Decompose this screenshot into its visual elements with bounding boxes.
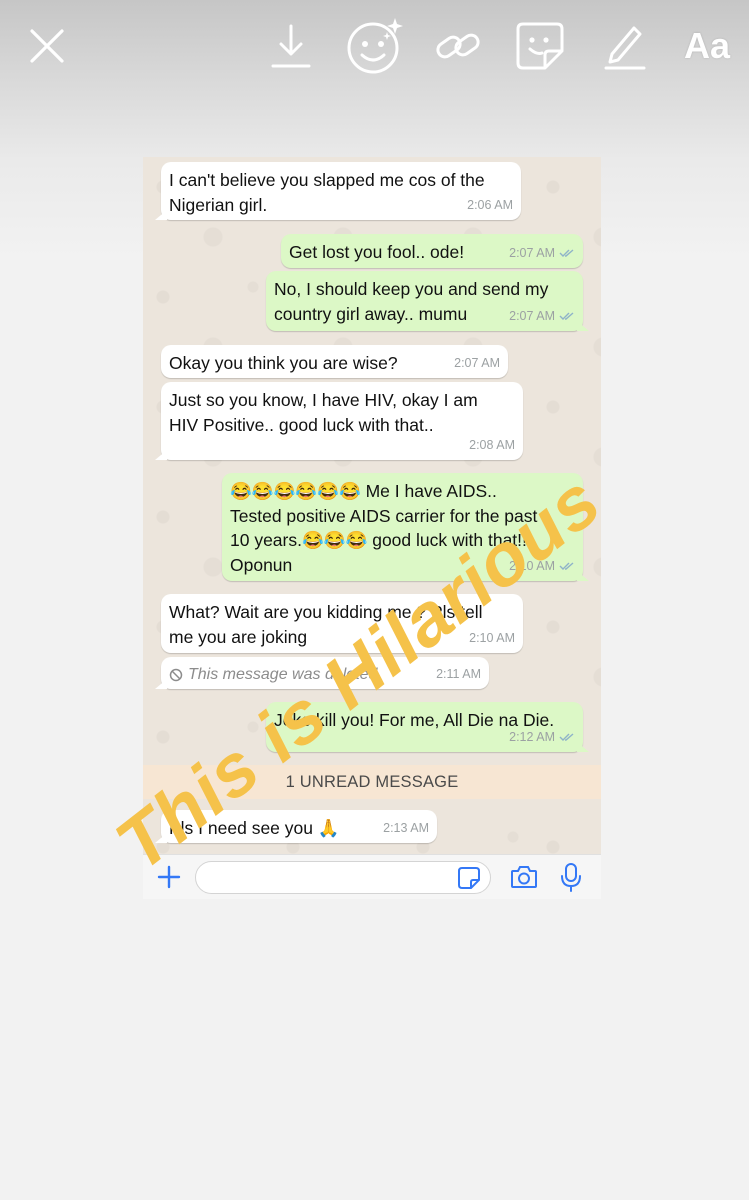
message-time: 2:12 AM	[509, 725, 575, 750]
face-sparkle-icon	[347, 18, 403, 74]
draw-button[interactable]	[598, 16, 650, 76]
pen-icon	[604, 26, 646, 70]
sticker-icon[interactable]	[457, 866, 481, 890]
sticker-icon	[516, 22, 564, 70]
message-time: 2:11 AM	[436, 666, 481, 681]
read-ticks-icon	[559, 733, 574, 741]
microphone-icon[interactable]	[560, 862, 582, 892]
message-bubble-outgoing[interactable]: Get lost you fool.. ode! 2:07 AM	[281, 234, 583, 268]
message-bubble-incoming[interactable]: Okay you think you are wise? 2:07 AM	[161, 345, 508, 378]
message-text: I can't believe you slapped me cos of th…	[169, 170, 485, 215]
read-ticks-icon	[559, 312, 574, 320]
link-button[interactable]	[430, 16, 486, 76]
message-time: 2:07 AM	[509, 304, 575, 329]
message-bubble-incoming[interactable]: Just so you know, I have HIV, okay I am …	[155, 382, 523, 460]
close-button[interactable]	[20, 16, 74, 76]
blocked-icon	[169, 669, 183, 682]
link-icon	[436, 33, 480, 59]
camera-icon[interactable]	[510, 864, 538, 890]
message-input[interactable]	[195, 861, 491, 894]
face-filter-button[interactable]	[344, 16, 406, 76]
message-input-bar	[143, 854, 601, 899]
message-time: 2:07 AM	[509, 241, 575, 266]
download-icon	[271, 24, 311, 68]
text-tool-button[interactable]: Aa	[674, 16, 740, 76]
message-text: Okay you think you are wise?	[169, 353, 398, 373]
read-ticks-icon	[559, 249, 574, 257]
download-button[interactable]	[262, 16, 320, 76]
message-time: 2:08 AM	[469, 437, 515, 452]
sticker-button[interactable]	[512, 16, 568, 76]
message-time: 2:13 AM	[383, 820, 429, 835]
close-icon	[30, 29, 64, 63]
message-time: 2:06 AM	[467, 197, 513, 212]
message-time: 2:07 AM	[454, 355, 500, 370]
message-bubble-outgoing[interactable]: No, I should keep you and send my countr…	[266, 271, 589, 331]
message-bubble-incoming[interactable]: I can't believe you slapped me cos of th…	[155, 162, 521, 220]
story-editor-toolbar: Aa	[0, 0, 749, 100]
message-text: Just so you know, I have HIV, okay I am …	[169, 390, 478, 435]
